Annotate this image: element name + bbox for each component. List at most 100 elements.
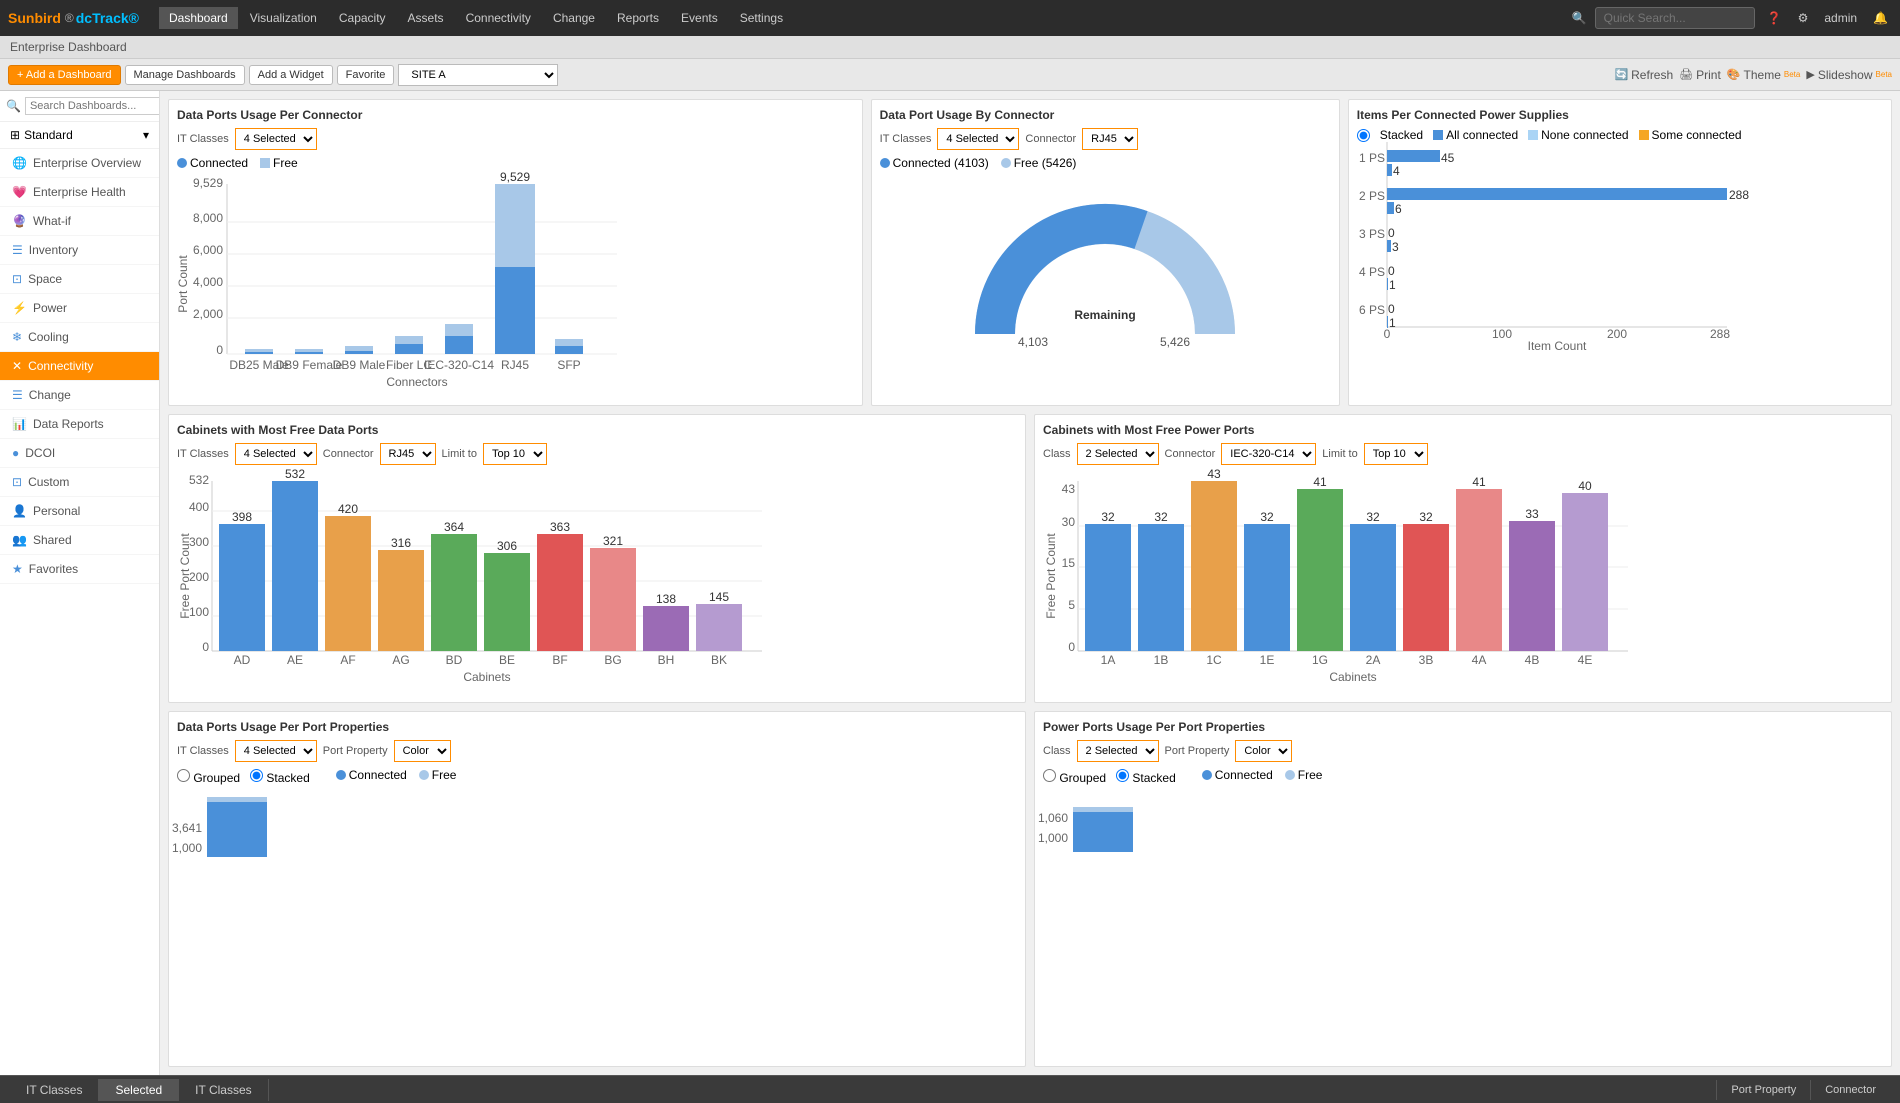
cfd-limit[interactable]: Top 10	[483, 443, 547, 465]
svg-text:RJ45: RJ45	[501, 358, 529, 372]
svg-text:32: 32	[1154, 510, 1168, 524]
nav-events[interactable]: Events	[671, 7, 728, 29]
dpc-legend: Connected Free	[177, 156, 854, 170]
breadcrumb-label: Enterprise Dashboard	[10, 40, 127, 54]
add-widget-button[interactable]: Add a Widget	[249, 65, 333, 85]
svg-text:200: 200	[1607, 327, 1627, 341]
widget-title-donut: Data Port Usage By Connector	[880, 108, 1331, 122]
svg-text:Cabinets: Cabinets	[1329, 670, 1376, 684]
search-icon: 🔍	[1572, 11, 1587, 25]
add-dashboard-button[interactable]: + Add a Dashboard	[8, 65, 121, 85]
sidebar-item-dcoi[interactable]: ● DCOI	[0, 439, 159, 468]
dpp-it-classes[interactable]: 4 Selected	[235, 740, 317, 762]
sidebar-item-enterprise-health[interactable]: 💗 Enterprise Health	[0, 178, 159, 207]
ppp-class[interactable]: 2 Selected	[1077, 740, 1159, 762]
svg-text:41: 41	[1472, 475, 1486, 489]
widget-row-3: Data Ports Usage Per Port Properties IT …	[168, 711, 1892, 1067]
sidebar-item-data-reports[interactable]: 📊 Data Reports	[0, 410, 159, 439]
favorite-button[interactable]: Favorite	[337, 65, 395, 85]
widget-data-ports-connector: Data Ports Usage Per Connector IT Classe…	[168, 99, 863, 406]
sidebar-item-whatif[interactable]: 🔮 What-if	[0, 207, 159, 236]
svg-text:6,000: 6,000	[193, 243, 223, 257]
svg-text:4,103: 4,103	[1018, 335, 1048, 349]
sidebar-item-space[interactable]: ⊡ Space	[0, 265, 159, 294]
svg-text:Cabinets: Cabinets	[463, 670, 510, 684]
sidebar-item-cooling[interactable]: ❄ Cooling	[0, 323, 159, 352]
site-selector[interactable]: SITE A	[398, 64, 558, 86]
svg-text:BH: BH	[658, 653, 675, 667]
sidebar-item-custom[interactable]: ⊡ Custom	[0, 468, 159, 497]
sidebar-item-enterprise-overview[interactable]: 🌐 Enterprise Overview	[0, 149, 159, 178]
cfp-class[interactable]: 2 Selected	[1077, 443, 1159, 465]
user-icon[interactable]: admin	[1820, 9, 1861, 27]
svg-text:4: 4	[1393, 164, 1400, 178]
svg-text:1 PS: 1 PS	[1359, 151, 1385, 165]
sidebar-item-change[interactable]: ☰ Change	[0, 381, 159, 410]
settings-icon[interactable]: ⚙	[1794, 9, 1813, 27]
slideshow-button[interactable]: ▶ SlideshowBeta	[1806, 68, 1892, 82]
ppp-stacked-radio[interactable]	[1116, 769, 1129, 782]
globe-icon: 🌐	[12, 156, 27, 170]
sidebar-item-personal[interactable]: 👤 Personal	[0, 497, 159, 526]
cfp-connector[interactable]: IEC-320-C14	[1221, 443, 1316, 465]
svg-text:BF: BF	[552, 653, 567, 667]
notifications-icon[interactable]: 🔔	[1869, 9, 1892, 27]
custom-icon: ⊡	[12, 475, 22, 489]
theme-button[interactable]: 🎨 ThemeBeta	[1727, 68, 1801, 82]
global-search-input[interactable]	[1595, 7, 1755, 29]
sidebar-item-inventory[interactable]: ☰ Inventory	[0, 236, 159, 265]
print-button[interactable]: 🖨 Print	[1679, 68, 1721, 82]
sidebar-category-standard[interactable]: ⊞ Standard ▾	[0, 122, 159, 149]
cfp-limit[interactable]: Top 10	[1364, 443, 1428, 465]
sidebar-item-connectivity[interactable]: ✕ Connectivity	[0, 352, 159, 381]
svg-text:3 PS: 3 PS	[1359, 227, 1385, 241]
connector-select[interactable]: RJ45	[1082, 128, 1138, 150]
breadcrumb: Enterprise Dashboard	[0, 36, 1900, 59]
nav-connectivity[interactable]: Connectivity	[456, 7, 541, 29]
svg-text:400: 400	[189, 500, 209, 514]
sidebar-item-shared[interactable]: 👥 Shared	[0, 526, 159, 555]
connectivity-icon: ✕	[12, 359, 22, 373]
cfd-connector[interactable]: RJ45	[380, 443, 436, 465]
filter-row-cfp: Class 2 Selected Connector IEC-320-C14 L…	[1043, 443, 1883, 465]
dpp-grouped-radio[interactable]	[177, 769, 190, 782]
donut-legend: Connected (4103) Free (5426)	[880, 156, 1331, 170]
dpc-chart: Port Count 9,529 8,000 6,000 4,000 2,000…	[177, 174, 854, 397]
it-classes-select-2[interactable]: 4 Selected	[937, 128, 1019, 150]
nav-assets[interactable]: Assets	[398, 7, 454, 29]
health-icon: 💗	[12, 185, 27, 199]
svg-text:Port Count: Port Count	[176, 255, 190, 313]
svg-text:BK: BK	[711, 653, 727, 667]
nav-reports[interactable]: Reports	[607, 7, 669, 29]
sidebar-search-input[interactable]	[25, 97, 160, 115]
filter-row-donut: IT Classes 4 Selected Connector RJ45	[880, 128, 1331, 150]
bottom-tab-it-classes-2[interactable]: IT Classes	[179, 1079, 268, 1101]
svg-text:32: 32	[1260, 510, 1274, 524]
svg-text:3: 3	[1392, 240, 1399, 254]
bottom-tab-selected[interactable]: Selected	[99, 1079, 179, 1101]
widget-items-power: Items Per Connected Power Supplies Stack…	[1348, 99, 1892, 406]
sidebar-item-power[interactable]: ⚡ Power	[0, 294, 159, 323]
svg-text:398: 398	[232, 510, 252, 524]
nav-change[interactable]: Change	[543, 7, 605, 29]
nav-dashboard[interactable]: Dashboard	[159, 7, 238, 29]
manage-dashboards-button[interactable]: Manage Dashboards	[125, 65, 245, 85]
help-icon[interactable]: ❓	[1763, 9, 1786, 27]
dpp-stacked-radio[interactable]	[250, 769, 263, 782]
nav-capacity[interactable]: Capacity	[329, 7, 396, 29]
nav-settings[interactable]: Settings	[730, 7, 793, 29]
refresh-button[interactable]: 🔄 Refresh	[1614, 68, 1673, 82]
ppp-port-property[interactable]: Color	[1235, 740, 1292, 762]
bottom-tab-it-classes-1[interactable]: IT Classes	[10, 1079, 99, 1101]
cfd-it-classes[interactable]: 4 Selected	[235, 443, 317, 465]
svg-text:Connectors: Connectors	[386, 375, 447, 389]
ppp-grouped-radio[interactable]	[1043, 769, 1056, 782]
svg-text:4E: 4E	[1578, 653, 1593, 667]
sidebar-item-favorites[interactable]: ★ Favorites	[0, 555, 159, 584]
nav-visualization[interactable]: Visualization	[240, 7, 327, 29]
it-classes-select[interactable]: 4 Selected	[235, 128, 317, 150]
dpp-port-property[interactable]: Color	[394, 740, 451, 762]
stacked-radio[interactable]	[1357, 129, 1370, 142]
bottom-bar: IT Classes Selected IT Classes Port Prop…	[0, 1075, 1900, 1103]
cooling-icon: ❄	[12, 330, 22, 344]
